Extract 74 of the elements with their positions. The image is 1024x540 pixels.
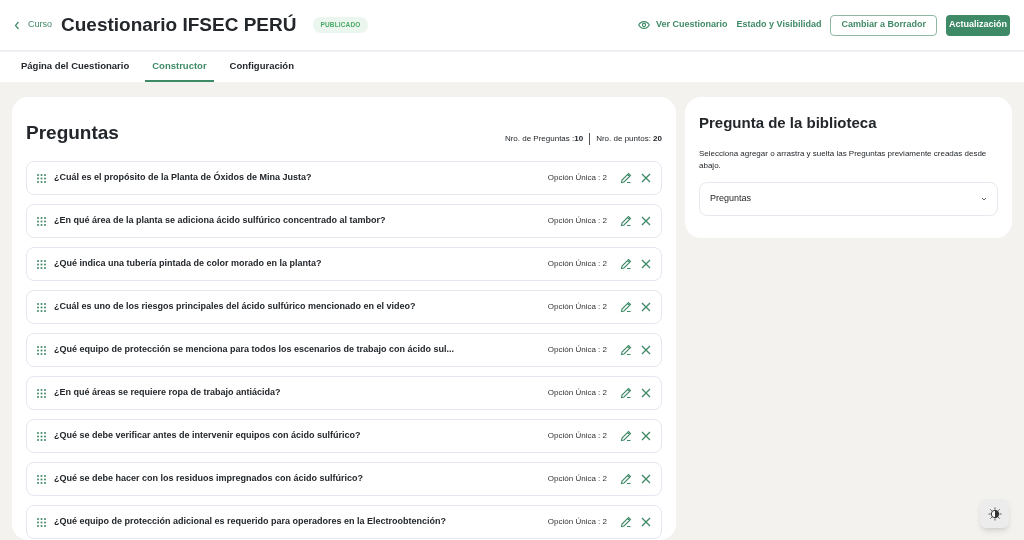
edit-icon[interactable] (620, 215, 632, 227)
update-button[interactable]: Actualización (946, 14, 1010, 36)
edit-icon[interactable] (620, 516, 632, 528)
drag-handle-icon[interactable] (37, 345, 46, 355)
question-type: Opción Única : 2 (547, 387, 607, 399)
question-type: Opción Única : 2 (547, 516, 607, 528)
question-type: Opción Única : 2 (547, 473, 607, 485)
panel-title: Pregunta de la biblioteca (699, 113, 878, 133)
tab[interactable]: Página del Cuestionario (14, 52, 137, 82)
drag-handle-icon[interactable] (37, 388, 46, 398)
question-row[interactable]: ¿En qué área de la planta se adiciona ácido sulfúrico concentrado al tambor? Opción Única : 2 (26, 204, 662, 238)
question-row[interactable]: ¿Cuál es uno de los riesgos principales del ácido sulfúrico mencionado en el video? Opción Única : 2 (26, 290, 662, 324)
question-type: Opción Única : 2 (547, 172, 607, 184)
question-text: ¿En qué área de la planta se adiciona ácido sulfúrico concentrado al tambor? (54, 214, 386, 228)
question-type: Opción Única : 2 (547, 258, 607, 270)
drag-handle-icon[interactable] (37, 173, 46, 183)
question-text: ¿Qué equipo de protección adicional es requerido para operadores en la Electroobtención? (54, 515, 447, 529)
drag-handle-icon[interactable] (37, 517, 46, 527)
question-type: Opción Única : 2 (547, 301, 607, 313)
drag-handle-icon[interactable] (37, 474, 46, 484)
edit-icon[interactable] (620, 172, 632, 184)
delete-icon[interactable] (641, 431, 651, 441)
eye-icon (638, 21, 651, 29)
edit-icon[interactable] (620, 344, 632, 356)
question-row[interactable]: ¿En qué áreas se requiere ropa de trabajo antiácida? Opción Única : 2 (26, 376, 662, 410)
chevron-left-icon (14, 20, 20, 30)
delete-icon[interactable] (641, 345, 651, 355)
tab[interactable]: Constructor (145, 52, 214, 82)
theme-toggle-button[interactable] (980, 499, 1009, 528)
back-link[interactable]: Curso (14, 18, 52, 32)
question-text: ¿En qué áreas se requiere ropa de trabajo antiácida? (54, 386, 281, 400)
question-type: Opción Única : 2 (547, 215, 607, 227)
page-title: Cuestionario IFSEC PERÚ (61, 12, 297, 37)
question-text: ¿Cuál es el propósito de la Planta de Óxidos de Mina Justa? (54, 171, 312, 185)
question-row[interactable]: ¿Qué equipo de protección adicional es requerido para operadores en la Electroobtención? Opción Única : 2 (26, 505, 662, 539)
delete-icon[interactable] (641, 302, 651, 312)
edit-icon[interactable] (620, 387, 632, 399)
delete-icon[interactable] (641, 259, 651, 269)
delete-icon[interactable] (641, 216, 651, 226)
question-text: ¿Qué indica una tubería pintada de color morado en la planta? (54, 257, 322, 271)
question-row[interactable]: ¿Cuál es el propósito de la Planta de Óxidos de Mina Justa? Opción Única : 2 (26, 161, 662, 195)
tab[interactable]: Configuración (222, 52, 301, 82)
question-row[interactable]: ¿Qué equipo de protección se menciona para todos los escenarios de trabajo con ácido sul... Opción Única : 2 (26, 333, 662, 367)
question-text: ¿Qué se debe hacer con los residuos impregnados con ácido sulfúrico? (54, 472, 364, 486)
question-row[interactable]: ¿Qué se debe verificar antes de intervenir equipos con ácido sulfúrico? Opción Única : 2 (26, 419, 662, 453)
question-row[interactable]: ¿Qué se debe hacer con los residuos impregnados con ácido sulfúrico? Opción Única : 2 (26, 462, 662, 496)
edit-icon[interactable] (620, 430, 632, 442)
visibility-link[interactable]: Estado y Visibilidad (736, 18, 822, 32)
question-type: Opción Única : 2 (547, 344, 607, 356)
drag-handle-icon[interactable] (37, 431, 46, 441)
chevron-down-icon (981, 196, 987, 201)
delete-icon[interactable] (641, 517, 651, 527)
question-text: ¿Cuál es uno de los riesgos principales del ácido sulfúrico mencionado en el video? (54, 300, 416, 314)
draft-button[interactable]: Cambiar a Borrador (830, 14, 937, 36)
drag-handle-icon[interactable] (37, 302, 46, 312)
question-type: Opción Única : 2 (547, 430, 607, 442)
drag-handle-icon[interactable] (37, 216, 46, 226)
panel-title: Preguntas (26, 120, 119, 145)
edit-icon[interactable] (620, 473, 632, 485)
question-row[interactable]: ¿Qué indica una tubería pintada de color morado en la planta? Opción Única : 2 (26, 247, 662, 281)
view-link[interactable]: Ver Cuestionario (638, 18, 728, 32)
drag-handle-icon[interactable] (37, 259, 46, 269)
contrast-icon (987, 506, 1002, 521)
question-select[interactable]: Preguntas (699, 181, 998, 216)
edit-icon[interactable] (620, 301, 632, 313)
delete-icon[interactable] (641, 388, 651, 398)
points-count: Nro. de puntos: 20 (596, 133, 662, 145)
panel-description: Selecciona agregar o arrastra y suelta las Preguntas previamente creadas desde abajo. (699, 147, 988, 172)
edit-icon[interactable] (620, 258, 632, 270)
question-count: Nro. de Preguntas :10 (504, 133, 584, 145)
delete-icon[interactable] (641, 173, 651, 183)
question-text: ¿Qué se debe verificar antes de intervenir equipos con ácido sulfúrico? (54, 429, 361, 443)
delete-icon[interactable] (641, 474, 651, 484)
question-text: ¿Qué equipo de protección se menciona para todos los escenarios de trabajo con ácido sul... (54, 343, 455, 357)
